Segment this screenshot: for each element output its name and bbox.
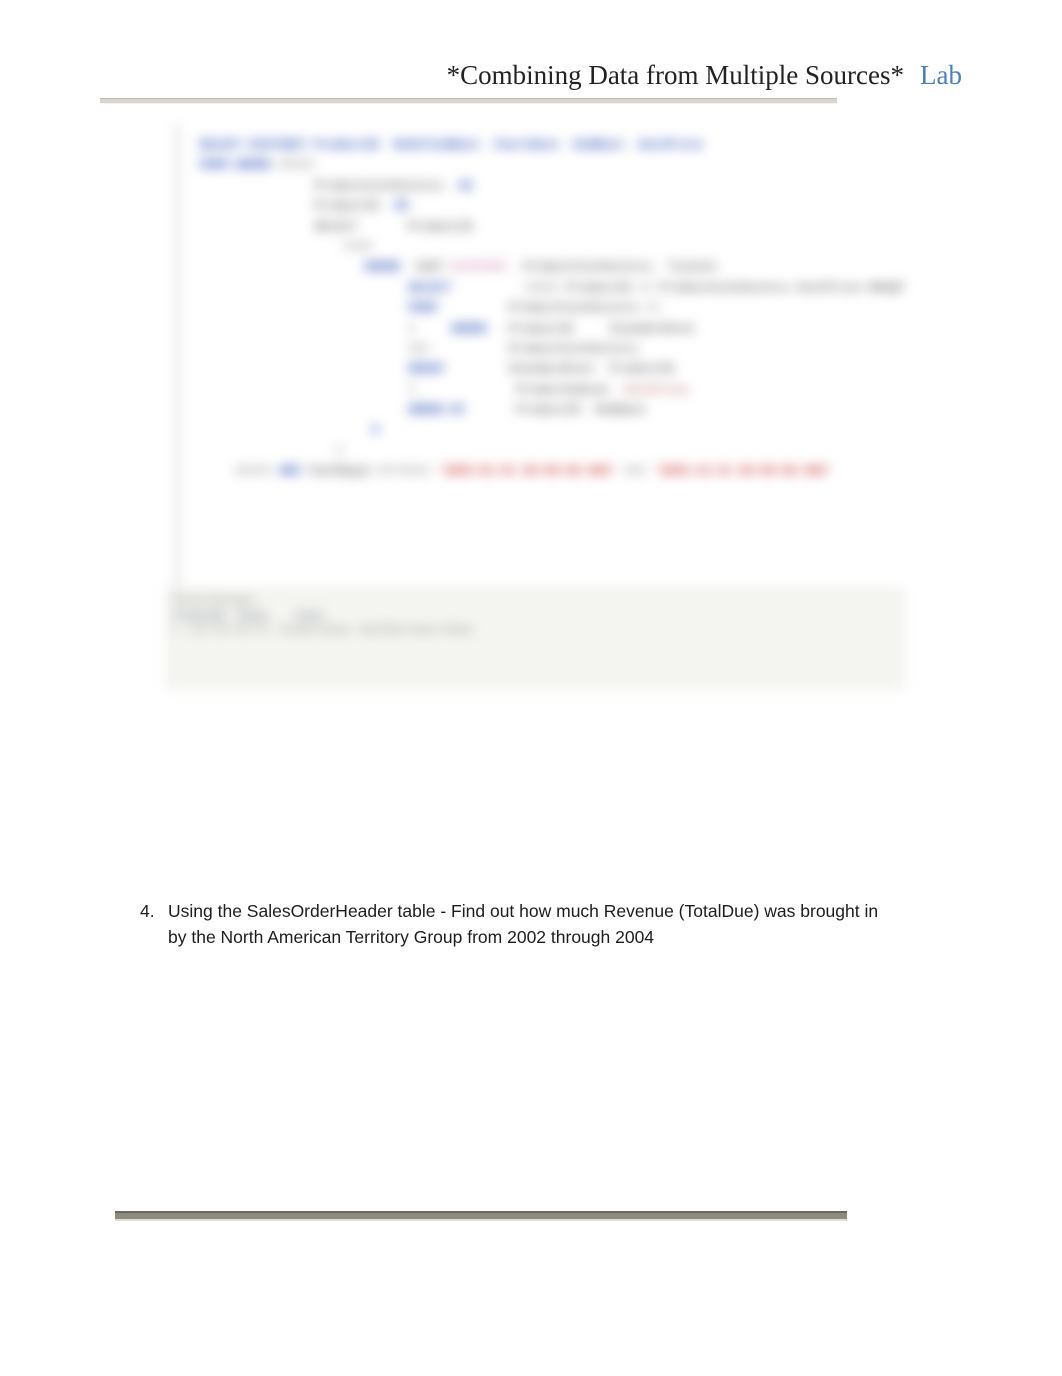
lab-label: Lab (920, 60, 962, 91)
results-row: 1 710 715 716 717 Product Name Red Blue … (173, 624, 897, 636)
page-header: *Combining Data from Multiple Sources* L… (100, 60, 962, 103)
results-header: ProductID Name Color (173, 610, 897, 622)
code-screenshot-blurred: SELECT DISTINCT ProductID ModifiedDate S… (165, 125, 905, 690)
results-panel: Results Messages ProductID Name Color 1 … (165, 590, 905, 690)
sql-editor: SELECT DISTINCT ProductID ModifiedDate S… (175, 125, 905, 590)
results-tab-label: Results Messages (173, 595, 897, 606)
header-divider (100, 98, 837, 104)
question-text: Using the SalesOrderHeader table - Find … (168, 898, 882, 951)
question-item: 4. Using the SalesOrderHeader table - Fi… (140, 898, 882, 951)
page-title: *Combining Data from Multiple Sources* (447, 60, 904, 91)
question-number: 4. (140, 898, 168, 924)
footer-divider (115, 1211, 847, 1221)
